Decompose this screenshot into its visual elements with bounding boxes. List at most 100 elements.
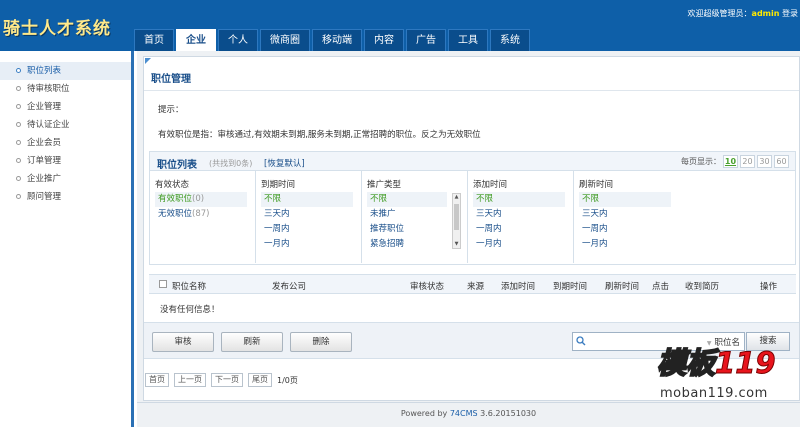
filter-promotion: 推广类型 不限 未推广 推荐职位 紧急招聘 ▲ ▼ [362, 171, 468, 263]
tab-system[interactable]: 系统 [490, 29, 530, 51]
bullet-icon [16, 104, 21, 109]
sidebar-item-company-manage[interactable]: 企业管理 [0, 98, 131, 116]
table-header: 职位名称 发布公司 审核状态 来源 添加时间 到期时间 刷新时间 点击 收到简历… [149, 274, 796, 294]
filter-option[interactable]: 三天内 [261, 207, 353, 222]
list-title: 职位列表 [157, 160, 197, 171]
bullet-icon [16, 176, 21, 181]
footer-brand-link[interactable]: 74CMS [450, 409, 478, 418]
col-company: 发布公司 [272, 282, 307, 292]
filter-option-invalid[interactable]: 无效职位(87) [155, 207, 247, 222]
username: admin [751, 9, 780, 18]
filter-option[interactable]: 不限 [579, 192, 671, 207]
col-added-time: 添加时间 [501, 282, 536, 292]
bullet-icon [16, 86, 21, 91]
tab-content[interactable]: 内容 [364, 29, 404, 51]
col-expire-time: 到期时间 [553, 282, 588, 292]
page-size-label: 每页显示： [681, 157, 721, 166]
sidebar-item-company-members[interactable]: 企业会员 [0, 134, 131, 152]
filter-option-valid[interactable]: 有效职位(0) [155, 192, 247, 207]
first-page-button[interactable]: 首页 [145, 373, 169, 387]
filter-title: 有效状态 [155, 180, 190, 190]
sidebar-item-label: 订单管理 [27, 156, 62, 166]
last-page-button[interactable]: 尾页 [248, 373, 272, 387]
filter-option[interactable]: 紧急招聘 [367, 237, 447, 252]
page-size-10[interactable]: 10 [723, 155, 738, 168]
tab-home[interactable]: 首页 [134, 29, 174, 51]
filter-option[interactable]: 不限 [473, 192, 565, 207]
page-title: 职位管理 [151, 74, 191, 85]
user-bar: 欢迎超级管理员：admin 登录 [688, 8, 798, 19]
sidebar-item-promotion[interactable]: 企业推广 [0, 170, 131, 188]
app-logo: 骑士人才系统 [3, 19, 111, 39]
tab-mobile[interactable]: 移动端 [312, 29, 362, 51]
filter-option[interactable]: 推荐职位 [367, 222, 447, 237]
filter-title: 推广类型 [367, 180, 402, 190]
filter-option[interactable]: 一月内 [261, 237, 353, 252]
divider [144, 90, 799, 91]
next-page-button[interactable]: 下一页 [211, 373, 243, 387]
prev-page-button[interactable]: 上一页 [174, 373, 206, 387]
filter-option[interactable]: 一周内 [579, 222, 671, 237]
watermark-logo: 模板119 [656, 340, 776, 382]
col-refresh-time: 刷新时间 [605, 282, 640, 292]
filter-option[interactable]: 一月内 [579, 237, 671, 252]
sidebar-item-pending-jobs[interactable]: 待审核职位 [0, 80, 131, 98]
delete-button[interactable]: 删除 [290, 332, 352, 352]
filter-option[interactable]: 不限 [261, 192, 353, 207]
filter-option[interactable]: 未推广 [367, 207, 447, 222]
tip-text: 有效职位是指：审核通过,有效期未到期,服务未到期,正常招聘的职位。反之为无效职位 [158, 130, 481, 140]
filter-title: 刷新时间 [579, 180, 614, 190]
filter-option[interactable]: 一周内 [261, 222, 353, 237]
sidebar-item-consultants[interactable]: 顾问管理 [0, 188, 131, 206]
option-count: (0) [192, 194, 205, 204]
scroll-down-icon[interactable]: ▼ [453, 241, 460, 248]
pagination: 首页 上一页 下一页 尾页 1/0页 [145, 373, 298, 387]
option-label: 无效职位 [158, 209, 193, 219]
filter-option[interactable]: 三天内 [473, 207, 565, 222]
filter-option[interactable]: 三天内 [579, 207, 671, 222]
empty-message: 没有任何信息！ [160, 305, 220, 315]
refresh-button[interactable]: 刷新 [221, 332, 283, 352]
page-size-30[interactable]: 30 [757, 155, 772, 168]
filter-title: 添加时间 [473, 180, 508, 190]
sidebar-item-orders[interactable]: 订单管理 [0, 152, 131, 170]
search-icon [576, 336, 586, 346]
page-size-selector: 每页显示： 10 20 30 60 [681, 155, 789, 168]
result-count: (共找到0条) [209, 159, 253, 168]
filter-option[interactable]: 一周内 [473, 222, 565, 237]
audit-button[interactable]: 审核 [152, 332, 214, 352]
login-link[interactable]: 登录 [782, 9, 798, 18]
top-header: 骑士人才系统 欢迎超级管理员：admin 登录 首页 企业 个人 微商圈 移动端… [0, 0, 800, 51]
sidebar: 职位列表 待审核职位 企业管理 待认证企业 企业会员 订单管理 企业推广 顾问管… [0, 51, 134, 427]
filter-option[interactable]: 不限 [367, 192, 447, 207]
footer-prefix: Powered by [400, 409, 450, 418]
reset-filters-link[interactable]: [恢复默认] [264, 157, 305, 169]
col-clicks: 点击 [652, 282, 670, 292]
col-audit-status: 审核状态 [410, 282, 445, 292]
tab-tools[interactable]: 工具 [448, 29, 488, 51]
filter-option[interactable]: 一月内 [473, 237, 565, 252]
tab-company[interactable]: 企业 [176, 29, 216, 51]
filter-title: 到期时间 [261, 180, 296, 190]
col-resumes: 收到简历 [685, 282, 720, 292]
page-info: 1/0页 [277, 375, 298, 385]
tab-micro-circle[interactable]: 微商圈 [260, 29, 310, 51]
sidebar-item-label: 待审核职位 [27, 84, 70, 94]
tab-ads[interactable]: 广告 [406, 29, 446, 51]
sidebar-item-pending-certify[interactable]: 待认证企业 [0, 116, 131, 134]
filter-scrollbar[interactable]: ▲ ▼ [452, 193, 461, 249]
option-label: 有效职位 [158, 194, 193, 204]
page-size-60[interactable]: 60 [774, 155, 789, 168]
scroll-thumb[interactable] [454, 204, 459, 230]
sidebar-item-label: 顾问管理 [27, 192, 62, 202]
watermark: 模板119 moban119.com [655, 340, 800, 410]
select-all-checkbox[interactable] [159, 280, 167, 288]
scroll-up-icon[interactable]: ▲ [453, 194, 460, 201]
sidebar-item-label: 职位列表 [27, 66, 62, 76]
col-source: 来源 [467, 282, 485, 292]
sidebar-item-label: 企业推广 [27, 174, 62, 184]
tab-personal[interactable]: 个人 [218, 29, 258, 51]
greeting-text: 欢迎超级管理员： [687, 9, 752, 18]
sidebar-item-job-list[interactable]: 职位列表 [0, 62, 131, 80]
page-size-20[interactable]: 20 [740, 155, 755, 168]
